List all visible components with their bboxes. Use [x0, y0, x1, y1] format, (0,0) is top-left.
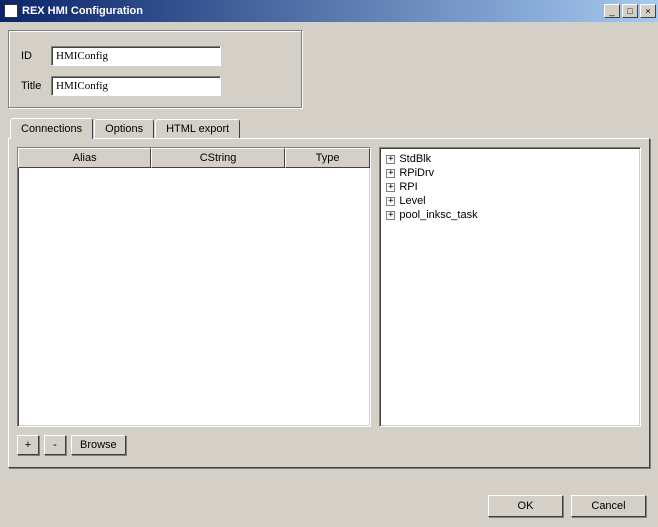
expand-icon[interactable]: + [386, 197, 395, 206]
tab-html-export[interactable]: HTML export [155, 119, 240, 138]
info-group: ID Title [8, 30, 303, 109]
client-area: ID Title Connections Options HTML export… [0, 22, 658, 527]
tree-label: RPI [399, 181, 417, 193]
expand-icon[interactable]: + [386, 211, 395, 220]
expand-icon[interactable]: + [386, 169, 395, 178]
window-title: REX HMI Configuration [22, 5, 602, 17]
tree-item-rpi[interactable]: + RPI [384, 180, 636, 194]
close-button[interactable]: × [640, 4, 656, 18]
tree-label: StdBlk [399, 153, 431, 165]
titlebar: REX HMI Configuration _ □ × [0, 0, 658, 22]
tabs-area: Connections Options HTML export Alias CS… [8, 119, 650, 468]
maximize-button[interactable]: □ [622, 4, 638, 18]
connections-table[interactable]: Alias CString Type [17, 147, 371, 427]
tab-panel-connections: Alias CString Type + StdBlk + RPiDrv [8, 138, 650, 468]
tab-strip: Connections Options HTML export [10, 119, 650, 138]
tree-item-pool-inksc-task[interactable]: + pool_inksc_task [384, 208, 636, 222]
block-tree[interactable]: + StdBlk + RPiDrv + RPI + Level [379, 147, 641, 427]
tab-options[interactable]: Options [94, 119, 154, 138]
col-type[interactable]: Type [285, 148, 371, 168]
minimize-button[interactable]: _ [604, 4, 620, 18]
tree-item-stdblk[interactable]: + StdBlk [384, 152, 636, 166]
toolbar-row: + - Browse [17, 435, 641, 455]
tree-label: RPiDrv [399, 167, 434, 179]
tree-label: pool_inksc_task [399, 209, 477, 221]
col-alias[interactable]: Alias [18, 148, 151, 168]
cancel-button[interactable]: Cancel [571, 495, 646, 517]
expand-icon[interactable]: + [386, 183, 395, 192]
app-icon [4, 4, 18, 18]
ok-button[interactable]: OK [488, 495, 563, 517]
id-label: ID [21, 50, 51, 62]
remove-button[interactable]: - [44, 435, 66, 455]
tree-item-rpidrv[interactable]: + RPiDrv [384, 166, 636, 180]
dialog-buttons: OK Cancel [488, 495, 646, 517]
browse-button[interactable]: Browse [71, 435, 126, 455]
col-cstring[interactable]: CString [151, 148, 284, 168]
tree-label: Level [399, 195, 425, 207]
title-label: Title [21, 80, 51, 92]
id-field[interactable] [51, 46, 221, 66]
tab-connections[interactable]: Connections [10, 118, 93, 139]
title-field[interactable] [51, 76, 221, 96]
expand-icon[interactable]: + [386, 155, 395, 164]
add-button[interactable]: + [17, 435, 39, 455]
tree-item-level[interactable]: + Level [384, 194, 636, 208]
table-header-row: Alias CString Type [18, 148, 370, 168]
